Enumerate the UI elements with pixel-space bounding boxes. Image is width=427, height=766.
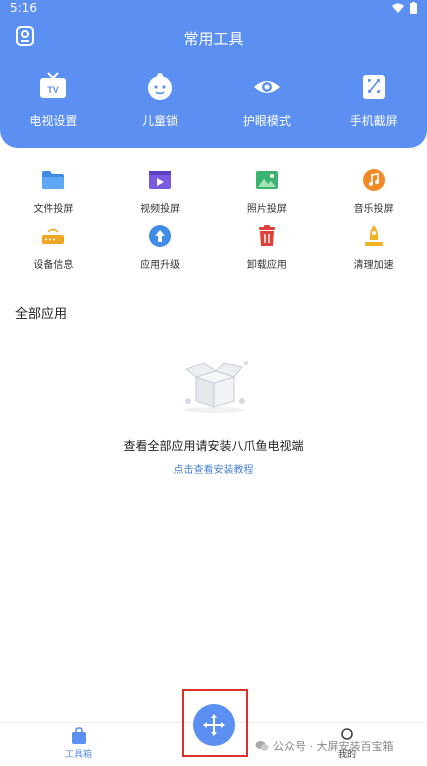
status-bar: 5:16 [0,0,427,18]
music-icon [362,169,385,191]
highlight-box [182,689,248,757]
child-lock-label: 儿童锁 [142,114,179,128]
upgrade-icon [149,225,172,247]
eye-icon [253,81,280,93]
battery-icon [410,2,417,14]
tools-header: 常用工具 TV 电视设置 儿童锁 护眼模式 手机截屏 [0,18,427,148]
move-arrows-icon [203,714,225,736]
tools-row: 文件投屏 视频投屏 照片投屏 音乐投屏 [0,168,427,224]
rocket-icon [364,225,383,246]
center-fab-button[interactable] [193,704,235,746]
screenshot-icon [362,75,385,99]
trash-icon [258,225,275,246]
tools-grid: 文件投屏 视频投屏 照片投屏 音乐投屏 设备信息 应用升级 卸载应用 清理加速 [0,168,427,280]
music-cast-button[interactable]: 音乐投屏 [320,168,427,224]
photo-icon [255,171,278,189]
wifi-icon [392,3,404,13]
clean-boost-label: 清理加速 [353,260,394,271]
file-cast-button[interactable]: 文件投屏 [0,168,107,224]
router-icon [42,228,65,244]
all-apps-title: 全部应用 [15,307,68,322]
app-upgrade-label: 应用升级 [140,260,181,271]
tools-row: 设备信息 应用升级 卸载应用 清理加速 [0,224,427,280]
status-icons [392,2,417,14]
eye-care-button[interactable]: 护眼模式 [214,72,321,129]
uninstall-app-label: 卸载应用 [246,260,287,271]
clean-boost-button[interactable]: 清理加速 [320,224,427,280]
tab-toolbox-label: 工具箱 [65,750,93,760]
video-cast-button[interactable]: 视频投屏 [107,168,214,224]
watermark: 公众号 · 大屏安装百宝箱 [255,738,394,754]
folder-icon [42,171,65,189]
photo-cast-label: 照片投屏 [246,204,287,215]
child-lock-button[interactable]: 儿童锁 [107,72,214,129]
empty-box-illustration [184,361,248,413]
child-lock-icon [148,73,173,100]
toolbox-icon [71,727,86,744]
tv-settings-button[interactable]: TV 电视设置 [0,72,107,129]
photo-cast-button[interactable]: 照片投屏 [214,168,321,224]
screenshot-label: 手机截屏 [349,114,398,128]
device-info-label: 设备信息 [33,260,74,271]
empty-state-message: 查看全部应用请安装八爪鱼电视端 [123,439,304,453]
top-tools: TV 电视设置 儿童锁 护眼模式 手机截屏 [0,72,427,129]
eye-care-label: 护眼模式 [242,114,291,128]
tv-icon: TV [40,72,67,98]
wechat-icon [255,741,269,751]
file-cast-label: 文件投屏 [33,204,74,215]
uninstall-app-button[interactable]: 卸载应用 [214,224,321,280]
device-info-button[interactable]: 设备信息 [0,224,107,280]
video-icon [149,171,172,189]
music-cast-label: 音乐投屏 [353,204,394,215]
status-time: 5:16 [10,1,37,15]
tv-settings-label: 电视设置 [29,114,78,128]
svg-text:TV: TV [48,85,60,95]
page-title: 常用工具 [183,30,244,48]
watermark-text: 公众号 · 大屏安装百宝箱 [273,740,394,753]
screenshot-button[interactable]: 手机截屏 [320,72,427,129]
install-tutorial-link[interactable]: 点击查看安装教程 [0,461,427,476]
tab-toolbox[interactable]: 工具箱 [65,727,92,760]
app-upgrade-button[interactable]: 应用升级 [107,224,214,280]
video-cast-label: 视频投屏 [140,204,181,215]
